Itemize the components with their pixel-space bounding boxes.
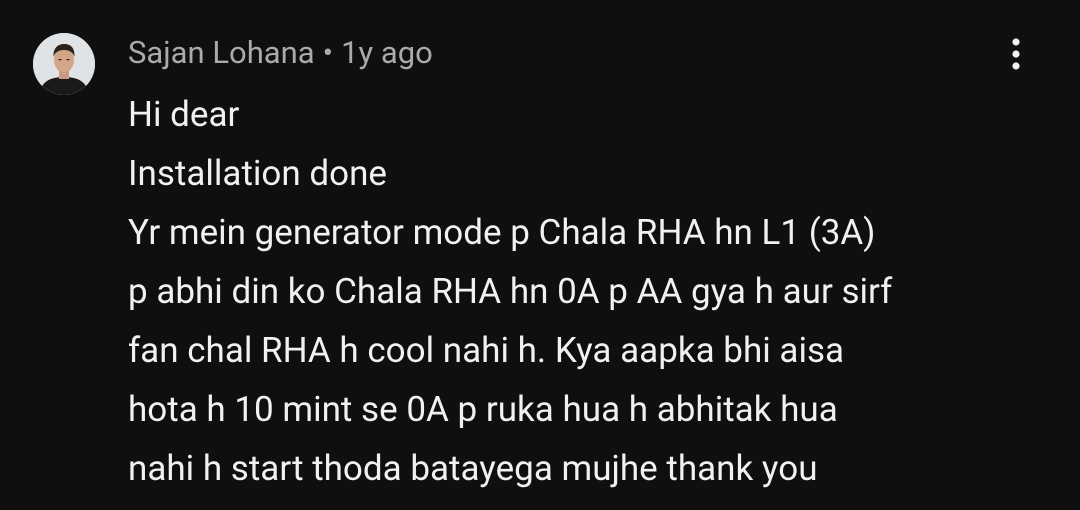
comment-card: Sajan Lohana • 1y ago Hi dear Installation… (0, 0, 1080, 510)
comment-line: fan chal RHA h cool nahi h. Kya aapka bh… (128, 330, 845, 371)
comment-header: Sajan Lohana • 1y ago (128, 33, 433, 73)
meta-separator: • (322, 34, 334, 71)
comment-text: Hi dear Installation done Yr mein genera… (128, 85, 1028, 498)
vertical-ellipsis-icon (1012, 38, 1020, 70)
avatar[interactable] (33, 33, 95, 95)
author-name[interactable]: Sajan Lohana (128, 34, 315, 71)
comment-line: p abhi din ko Chala RHA hn 0A p AA gya h… (128, 271, 893, 312)
comment-line: hota h 10 mint se 0A p ruka hua h abhita… (128, 389, 838, 430)
comment-line: nahi h start thoda batayega mujhe thank … (128, 448, 818, 489)
comment-line: Yr mein generator mode p Chala RHA hn L1… (128, 212, 876, 253)
comment-line: Hi dear (128, 94, 240, 135)
timestamp[interactable]: 1y ago (341, 34, 433, 71)
comment-line: Installation done (128, 153, 387, 194)
more-options-button[interactable] (992, 30, 1040, 78)
avatar-photo (33, 33, 95, 95)
